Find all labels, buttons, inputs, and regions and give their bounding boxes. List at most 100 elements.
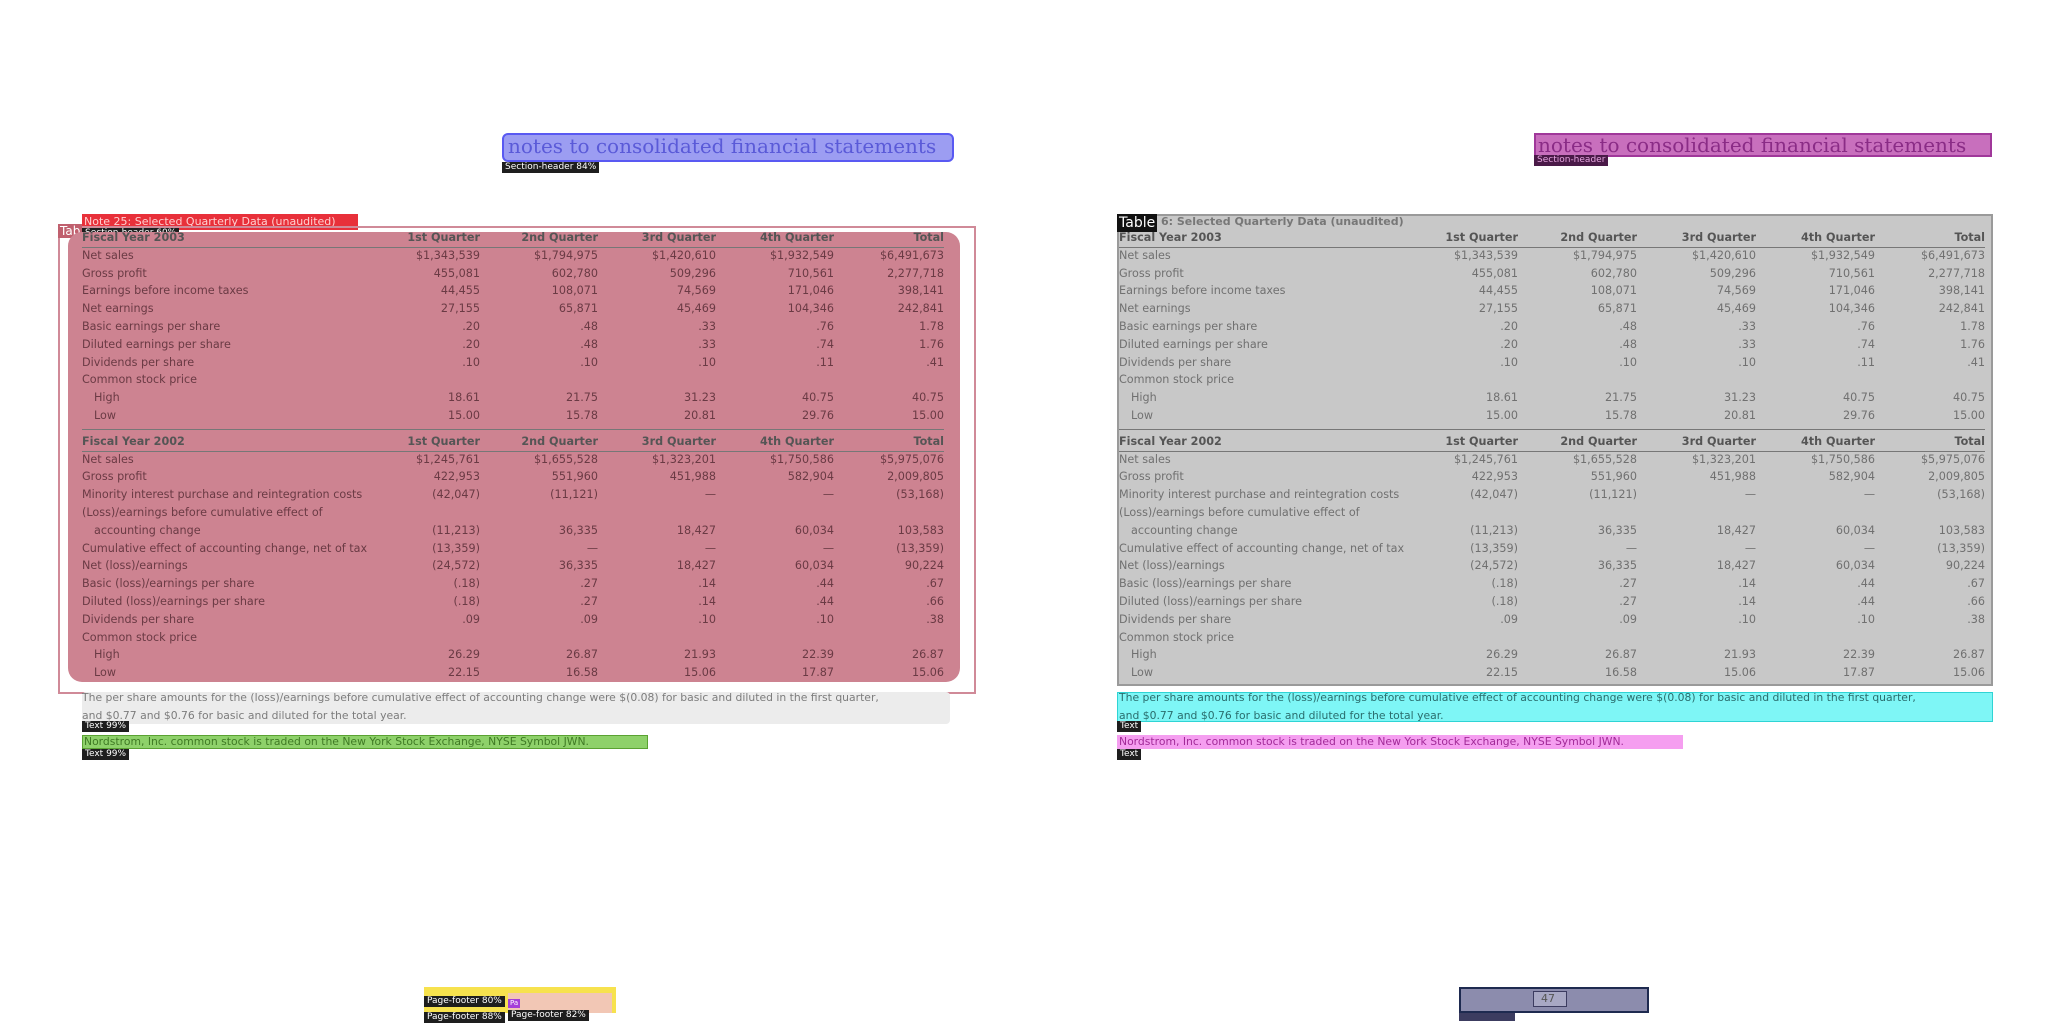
table-cell: .67 [926,577,944,591]
row-label: Common stock price [1119,373,1235,387]
table-cell: 103,583 [1938,523,1985,537]
row-label: Cumulative effect of accounting change, … [1119,541,1405,555]
row-label: Common stock price [1119,630,1235,644]
table-cell: 20.81 [683,409,716,422]
table-cell: 2,277,718 [1928,266,1985,280]
table-row: Dividends per share .09 .09 .10 .10 .38 [1119,612,1985,630]
table-cell: $1,750,586 [769,452,834,466]
footer-tag-2: Page-footer 88% [424,1012,505,1023]
table-row: Net sales $1,343,539 $1,794,975 $1,420,610 $… [1119,248,1985,266]
table-row: Net (loss)/earnings (24,572) 36,335 18,427 6… [1119,558,1985,576]
table-cell: 551,960 [551,470,598,484]
table-cell: .09 [1619,612,1637,626]
row-label: Net (loss)/earnings [1119,559,1225,573]
table-cell: — [1744,488,1756,502]
table-cell: 21.93 [1723,648,1756,662]
table-cell: 65,871 [1597,302,1637,316]
table-cell: $5,975,076 [879,452,944,466]
table-cell: — [704,541,716,555]
table-cell: 31.23 [1723,391,1756,405]
row-label: Net earnings [82,302,154,316]
table-cell: .14 [698,577,716,591]
row-label: Cumulative effect of accounting change, … [82,541,368,555]
table-cell: 710,561 [787,266,834,280]
table-cell: 36,335 [558,523,598,537]
table-cell: 15.06 [683,666,716,680]
table-cell: (11,121) [1589,488,1637,502]
table-row: Low 22.15 16.58 15.06 17.87 15.06 [82,665,944,683]
table-cell: 21.75 [565,391,598,405]
left-page-panel: notes to consolidated financial statemen… [0,0,1025,1025]
table-row: Net sales $1,245,761 $1,655,528 $1,323,201 $… [82,452,944,470]
table-cell: .10 [1738,612,1756,626]
column-header: 2nd Quarter [521,434,598,448]
table-cell: 74,569 [1716,284,1756,298]
table-row: Gross profit 455,081 602,780 509,296 710,561… [82,266,944,284]
row-label: Diluted (loss)/earnings per share [82,595,266,608]
table-cell: 16.58 [565,666,598,680]
column-header: 1st Quarter [1445,231,1518,244]
note-line-2: and $0.77 and $0.76 for basic and dilute… [82,709,407,722]
table-cell: $1,932,549 [1810,248,1875,262]
row-label: Net earnings [1119,302,1191,316]
table-cell: 18,427 [676,559,716,573]
table-cell: 26.29 [1485,648,1518,662]
table-cell: 108,071 [1590,284,1637,298]
row-label: Basic (loss)/earnings per share [82,577,255,591]
table-header-row: Fiscal Year 2003 1st Quarter 2nd Quarter 3r… [1119,230,1985,248]
column-header: 3rd Quarter [1681,231,1756,244]
table-cell: 22.15 [1485,666,1518,680]
table-cell: .74 [816,337,834,351]
table-cell: (42,047) [432,488,480,502]
table-cell: (13,359) [1470,541,1518,555]
table-cell: .27 [1619,577,1637,591]
table-cell: 104,346 [1828,302,1875,316]
row-label: Dividends per share [82,612,195,626]
table-cell: $6,491,673 [1920,248,1985,262]
table-cell: 40.75 [911,391,944,405]
table-row: Basic earnings per share .20 .48 .33 .76 1.78 [1119,319,1985,337]
note-line-1: The per share amounts for the (loss)/ear… [1119,691,1916,704]
fiscal-year-title: Fiscal Year 2003 [1119,231,1222,244]
column-header: Total [913,231,944,244]
table-cell: (.18) [1491,595,1518,608]
table-cell: .44 [1857,595,1875,608]
table-cell: .48 [1619,337,1637,351]
table-cell: (13,359) [1937,541,1985,555]
table-cell: 15.00 [1952,409,1985,422]
table-row: Gross profit 455,081 602,780 509,296 710,561… [1119,266,1985,284]
table-cell: 40.75 [1842,391,1875,405]
table-cell: (13,359) [432,541,480,555]
table-cell: .67 [1967,577,1985,591]
row-label: Basic earnings per share [1119,320,1258,333]
table-row: (Loss)/earnings before cumulative effect… [1119,505,1985,523]
table-cell: — [1863,541,1875,555]
table-cell: .38 [1967,612,1985,626]
row-label: Dividends per share [82,355,195,369]
table-cell: — [704,488,716,502]
table-cell: 15.78 [1604,409,1637,422]
table-cell: 2,277,718 [887,266,944,280]
table-cell: .44 [816,577,834,591]
table-cell: 398,141 [1938,284,1985,298]
column-header: 3rd Quarter [641,434,716,448]
table-cell: 45,469 [676,302,716,316]
table-cell: .41 [1967,355,1985,369]
table-cell: .20 [1500,337,1518,351]
table-cell: .27 [580,577,598,591]
table-cell: (13,359) [896,541,944,555]
table-cell: .48 [580,337,598,351]
table-cell: $1,245,761 [1453,452,1518,466]
table-cell: 398,141 [897,284,944,298]
table-cell: — [586,541,598,555]
table-cell: 74,569 [676,284,716,298]
table-cell: 15.00 [447,409,480,422]
table-cell: 40.75 [1952,391,1985,405]
table-cell: (11,213) [1470,523,1518,537]
table-cell: 15.06 [1723,666,1756,680]
row-label: Dividends per share [1119,355,1232,369]
table-cell: 451,988 [1709,470,1756,484]
row-label: High [1131,648,1157,662]
table-row: Gross profit 422,953 551,960 451,988 582,904… [82,469,944,487]
table-cell: .33 [698,320,716,333]
